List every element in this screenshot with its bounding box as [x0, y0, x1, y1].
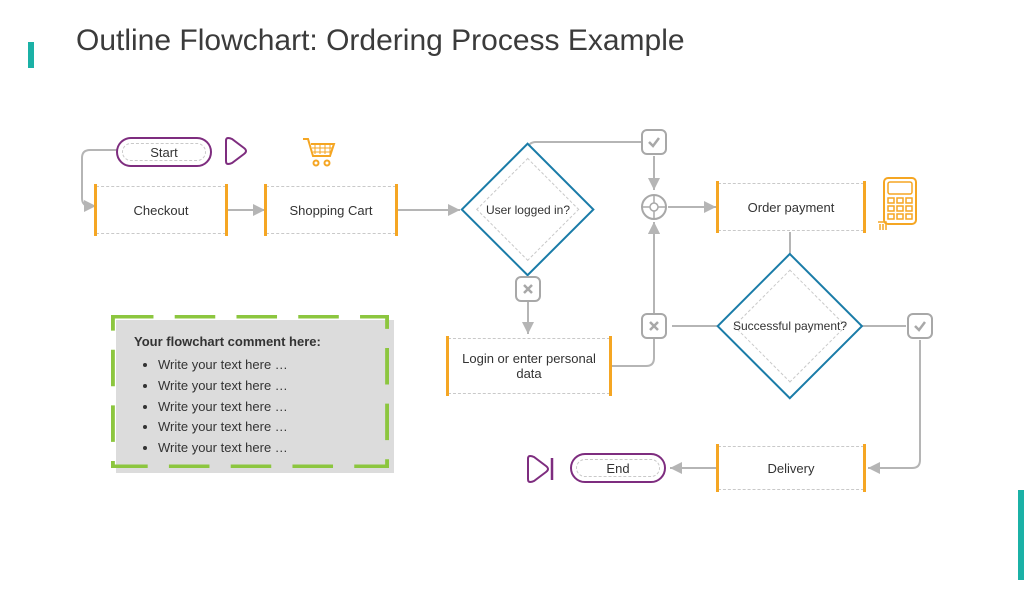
comment-item: Write your text here …: [158, 355, 376, 376]
decision2-label: Successful payment?: [733, 319, 847, 334]
check-icon: [641, 129, 667, 155]
comment-item: Write your text here …: [158, 376, 376, 397]
decision-successful-payment: Successful payment?: [716, 252, 864, 400]
delivery-label: Delivery: [768, 461, 815, 476]
comment-item: Write your text here …: [158, 417, 376, 438]
process-cart: Shopping Cart: [266, 186, 396, 234]
comment-box: Your flowchart comment here: Write your …: [116, 320, 394, 473]
comment-title: Your flowchart comment here:: [134, 334, 376, 349]
terminator-end: End: [570, 453, 666, 483]
cross-icon: [515, 276, 541, 302]
process-checkout: Checkout: [96, 186, 226, 234]
cart-label: Shopping Cart: [289, 203, 372, 218]
order-payment-label: Order payment: [748, 200, 835, 215]
login-label: Login or enter personal data: [455, 351, 603, 381]
merge-icon: [640, 193, 668, 221]
cart-icon: [300, 134, 340, 170]
play-icon: [222, 134, 250, 168]
process-login: Login or enter personal data: [448, 338, 610, 394]
slide: Outline Flowchart: Ordering Process Exam…: [0, 0, 1024, 599]
end-label: End: [606, 461, 629, 476]
stop-icon: [522, 452, 560, 486]
decision1-label: User logged in?: [486, 203, 570, 218]
comment-list: Write your text here … Write your text h…: [134, 355, 376, 459]
checkout-label: Checkout: [134, 203, 189, 218]
check-icon: [907, 313, 933, 339]
comment-item: Write your text here …: [158, 438, 376, 459]
connectors: [0, 0, 1024, 599]
process-delivery: Delivery: [718, 446, 864, 490]
pos-terminal-icon: [876, 176, 922, 234]
start-label: Start: [150, 145, 177, 160]
decision-user-logged-in: User logged in?: [460, 142, 596, 278]
cross-icon: [641, 313, 667, 339]
flowchart-canvas: Start Checkout Shopping Cart: [0, 0, 1024, 599]
comment-item: Write your text here …: [158, 397, 376, 418]
process-order-payment: Order payment: [718, 183, 864, 231]
terminator-start: Start: [116, 137, 212, 167]
